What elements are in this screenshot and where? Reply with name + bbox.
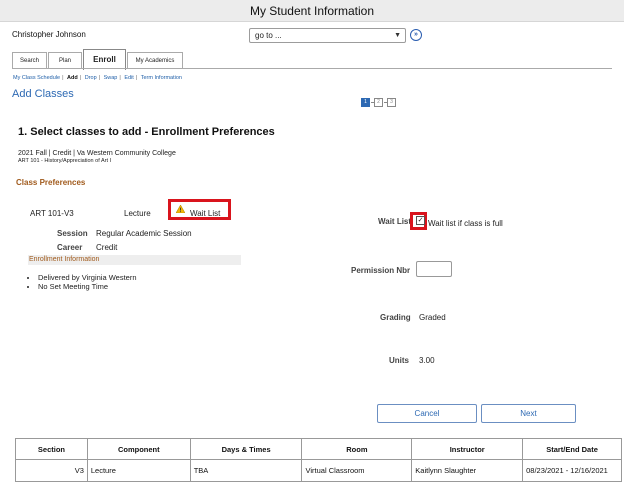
column-header-days-times: Days & Times — [189, 438, 303, 460]
tab-search[interactable]: Search — [12, 52, 47, 69]
class-preferences-heading: Class Preferences — [16, 178, 86, 187]
term-info: 2021 Fall | Credit | Va Western Communit… — [18, 150, 176, 157]
step-1: 1 — [361, 98, 370, 107]
tab-my-academics[interactable]: My Academics — [127, 52, 183, 69]
subnav-swap[interactable]: Swap — [104, 75, 118, 81]
title-bar: My Student Information — [0, 0, 624, 22]
career-label: Career — [57, 243, 83, 252]
sub-navigation: My Class Schedule | Add | Drop | Swap | Edit… — [13, 75, 182, 81]
session-label: Session — [57, 229, 88, 238]
enrollment-information-heading: Enrollment Information — [28, 255, 241, 265]
step-3: 3 — [387, 98, 396, 107]
column-header-instructor: Instructor — [411, 438, 524, 460]
column-header-section: Section — [15, 438, 88, 460]
subnav-edit[interactable]: Edit — [124, 75, 133, 81]
table-row: V3 Lecture TBA Virtual Classroom Kaitlyn… — [15, 459, 622, 482]
goto-select[interactable]: go to ... ▼ — [249, 28, 406, 43]
list-item: Delivered by Virginia Western — [38, 273, 137, 282]
enrollment-notes: Delivered by Virginia Western No Set Mee… — [38, 273, 137, 291]
section-heading: 1. Select classes to add - Enrollment Pr… — [18, 126, 275, 138]
grading-label: Grading — [380, 313, 411, 322]
app-title: My Student Information — [249, 4, 375, 18]
cancel-button[interactable]: Cancel — [377, 404, 477, 423]
course-title: ART 101 - History/Appreciation of Art I — [18, 158, 112, 164]
tab-enroll[interactable]: Enroll — [83, 49, 126, 70]
subnav-my-class-schedule[interactable]: My Class Schedule — [13, 75, 60, 81]
next-button[interactable]: Next — [481, 404, 576, 423]
user-name: Christopher Johnson — [12, 30, 86, 39]
session-value: Regular Academic Session — [96, 229, 192, 238]
tab-plan[interactable]: Plan — [48, 52, 82, 69]
table-header-row: Section Component Days & Times Room Inst… — [15, 438, 622, 460]
class-details-table: Section Component Days & Times Room Inst… — [15, 438, 622, 482]
units-label: Units — [389, 356, 409, 365]
subnav-add[interactable]: Add — [67, 75, 78, 81]
cell-room: Virtual Classroom — [301, 459, 413, 482]
goto-button[interactable]: » — [410, 29, 422, 41]
page-title: Add Classes — [12, 88, 74, 100]
cell-instructor: Kaitlynn Slaughter — [411, 459, 524, 482]
subnav-term-information[interactable]: Term Information — [141, 75, 182, 81]
step-2: 2 — [374, 98, 383, 107]
grading-value: Graded — [419, 313, 446, 322]
cell-days-times: TBA — [189, 459, 303, 482]
cell-component: Lecture — [86, 459, 191, 482]
wait-list-checkbox[interactable]: ✓ — [416, 216, 425, 225]
units-value: 3.00 — [419, 356, 435, 365]
column-header-start-end-date: Start/End Date — [522, 438, 622, 460]
enrollment-status: Wait List — [190, 209, 221, 218]
permission-number-field[interactable] — [416, 261, 452, 277]
subnav-drop[interactable]: Drop — [85, 75, 97, 81]
tab-divider — [12, 68, 612, 69]
goto-select-value: go to ... — [255, 31, 282, 40]
career-value: Credit — [96, 243, 118, 252]
cell-start-end-date: 08/23/2021 - 12/16/2021 — [522, 459, 622, 482]
warning-icon — [176, 205, 185, 213]
class-code: ART 101-V3 — [30, 209, 74, 218]
list-item: No Set Meeting Time — [38, 282, 137, 291]
cell-section: V3 — [15, 459, 88, 482]
column-header-component: Component — [86, 438, 191, 460]
chevron-down-icon: ▼ — [394, 32, 401, 39]
column-header-room: Room — [301, 438, 413, 460]
permission-number-label: Permission Nbr — [351, 266, 411, 275]
wait-list-label: Wait List — [378, 217, 412, 226]
wait-list-text: Wait list if class is full — [428, 219, 503, 228]
class-component: Lecture — [124, 209, 151, 218]
